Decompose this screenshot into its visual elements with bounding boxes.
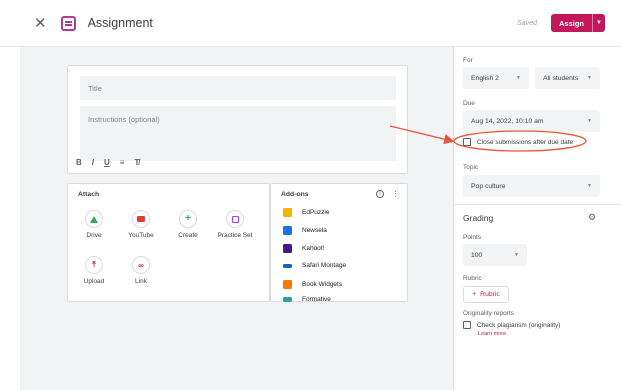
instructions-input[interactable]: Instructions (optional): [80, 106, 396, 161]
more-options-icon[interactable]: ⋮: [392, 190, 399, 198]
formative-icon: [283, 297, 292, 302]
rubric-label: Rubric: [463, 275, 482, 282]
plus-icon: +: [472, 291, 477, 298]
youtube-icon: [132, 210, 150, 228]
newsela-icon: [283, 226, 292, 235]
book-widgets-icon: [283, 280, 292, 289]
originality-label: Originality reports: [463, 310, 514, 317]
chevron-down-icon: ▼: [587, 183, 592, 189]
italic-button[interactable]: I: [92, 158, 94, 167]
addon-kahoot[interactable]: Kahoot!: [283, 244, 324, 253]
addons-card: Add-ons i ⋮ EdPuzzle Newsela Kahoot! Saf…: [270, 183, 408, 303]
bold-button[interactable]: B: [76, 158, 82, 167]
check-plagiarism-checkbox[interactable]: [463, 321, 471, 329]
class-select[interactable]: English 2 ▼: [463, 67, 529, 89]
upload-icon: ⤒: [85, 256, 103, 274]
check-plagiarism-row[interactable]: Check plagiarism (originality): [463, 321, 560, 329]
edpuzzle-icon: [283, 208, 292, 217]
main-content: Title Instructions (optional) B I U ≡ T̸…: [20, 47, 453, 390]
underline-button[interactable]: U: [104, 158, 110, 167]
due-label: Due: [463, 100, 475, 107]
practice-set-icon: [226, 210, 244, 228]
attach-drive[interactable]: Drive: [74, 210, 114, 239]
chevron-down-icon: ▼: [516, 75, 521, 81]
addons-header-icons: i ⋮: [376, 190, 399, 198]
assign-button[interactable]: Assign: [550, 14, 592, 32]
addon-edpuzzle[interactable]: EdPuzzle: [283, 208, 329, 217]
addon-formative[interactable]: Formative: [283, 296, 331, 303]
info-icon[interactable]: i: [376, 190, 384, 198]
students-select[interactable]: All students ▼: [535, 67, 600, 89]
addon-safari-montage[interactable]: Safari Montage: [283, 262, 346, 269]
addon-book-widgets[interactable]: Book Widgets: [283, 280, 342, 289]
add-rubric-button[interactable]: + Rubric: [463, 286, 509, 303]
safari-montage-icon: [283, 263, 292, 268]
divider: [454, 204, 621, 205]
create-icon: +: [179, 210, 197, 228]
chevron-down-icon: ▼: [587, 118, 592, 124]
attach-card: Attach Drive YouTube + Create Practice S…: [67, 183, 270, 302]
due-date-select[interactable]: Aug 14, 2022, 10:10 am ▼: [463, 110, 600, 132]
grading-heading: Grading: [463, 213, 494, 223]
settings-sidebar: For English 2 ▼ All students ▼ Due Aug 14,…: [453, 47, 621, 390]
link-icon: ∞: [132, 256, 150, 274]
for-label: For: [463, 57, 473, 64]
close-submissions-checkbox[interactable]: [463, 138, 471, 146]
instructions-placeholder: Instructions (optional): [88, 115, 160, 124]
attach-practice-set[interactable]: Practice Set: [215, 210, 255, 239]
attach-link[interactable]: ∞ Link: [121, 256, 161, 285]
learn-more-link[interactable]: Learn more: [478, 331, 506, 337]
format-toolbar: B I U ≡ T̸: [76, 158, 139, 167]
bulleted-list-button[interactable]: ≡: [120, 158, 125, 167]
attach-youtube[interactable]: YouTube: [121, 210, 161, 239]
assignment-form-card: Title Instructions (optional) B I U ≡ T̸: [67, 65, 408, 174]
clear-formatting-button[interactable]: T̸: [134, 158, 139, 167]
page-title: Assignment: [87, 16, 153, 30]
points-label: Points: [463, 234, 482, 241]
points-select[interactable]: 100 ▼: [463, 244, 527, 266]
chevron-down-icon: ▼: [587, 75, 592, 81]
assign-dropdown-icon[interactable]: ▼: [592, 14, 605, 32]
close-icon[interactable]: ✕: [34, 16, 47, 31]
attach-title: Attach: [78, 191, 100, 198]
addon-newsela[interactable]: Newsela: [283, 226, 327, 235]
close-submissions-row[interactable]: Close submissions after due date: [463, 138, 573, 146]
kahoot-icon: [283, 244, 292, 253]
topic-label: Topic: [463, 164, 479, 171]
gear-icon[interactable]: ⚙: [588, 212, 596, 223]
assign-button-group: Assign ▼: [550, 14, 605, 32]
attach-create[interactable]: + Create: [168, 210, 208, 239]
chevron-down-icon: ▼: [514, 252, 519, 258]
attach-upload[interactable]: ⤒ Upload: [74, 256, 114, 285]
saved-status: Saved: [517, 19, 537, 27]
top-bar: ✕ Assignment Saved Assign ▼: [0, 0, 621, 47]
topic-select[interactable]: Pop culture ▼: [463, 175, 600, 197]
drive-icon: [85, 210, 103, 228]
title-input[interactable]: Title: [80, 76, 396, 100]
addons-title: Add-ons: [281, 191, 309, 198]
assignment-icon: [60, 15, 76, 31]
